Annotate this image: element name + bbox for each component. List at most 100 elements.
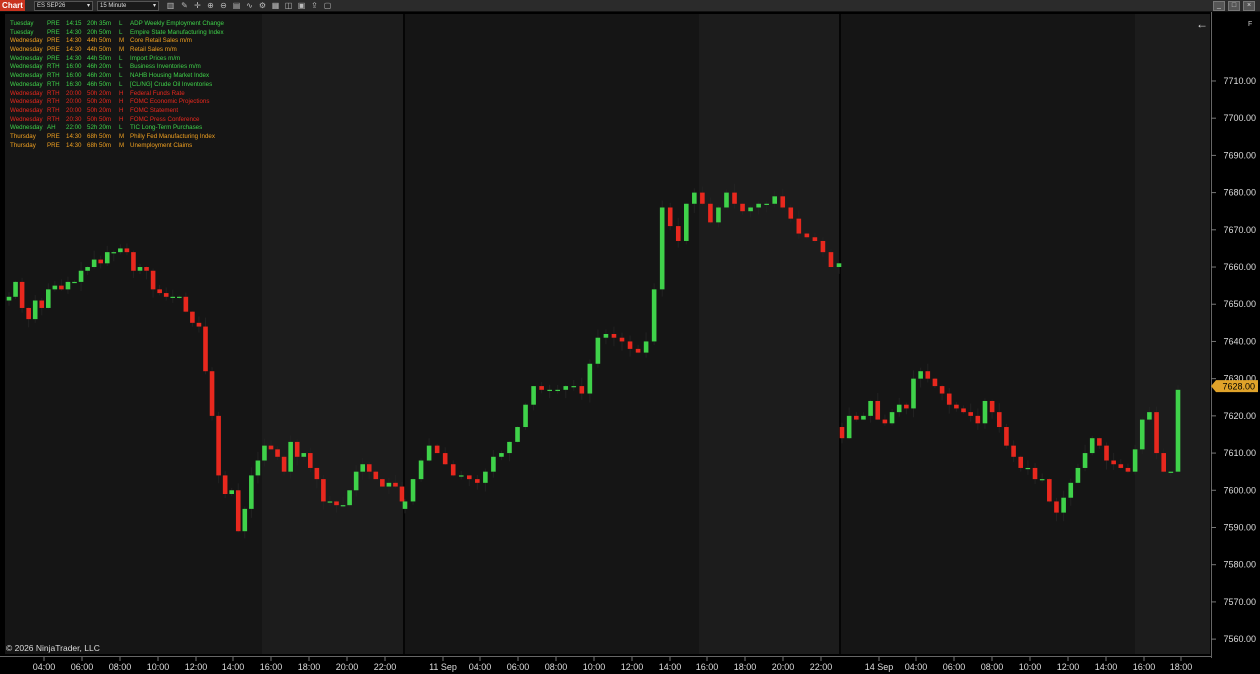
candle-body	[288, 441, 293, 472]
time-tick-label: 10:00	[147, 662, 170, 672]
news-time: 14:30	[66, 141, 82, 149]
news-impact: L	[119, 80, 123, 88]
candle-body	[373, 471, 379, 480]
snapshot-icon[interactable]: ▣	[297, 1, 306, 10]
candle-body	[59, 285, 64, 290]
candle-body	[177, 296, 182, 298]
candle-body	[788, 207, 794, 219]
chart-toolbar: Chart ES SEP26 ▾ 15 Minute ▾ ▥ ✎ ✛ ⊕ ⊖ ▤…	[0, 0, 1260, 12]
candle-body	[360, 464, 365, 472]
candle-body	[603, 334, 609, 338]
price-tick-label: 7580.00	[1223, 560, 1256, 570]
candle-body	[1175, 389, 1181, 472]
instrument-selector[interactable]: ES SEP26 ▾	[34, 1, 93, 11]
news-countdown: 20h 50m	[87, 28, 112, 36]
candle-body	[911, 378, 916, 409]
news-countdown: 50h 20m	[87, 98, 112, 106]
candle-body	[692, 192, 697, 204]
candle-body	[235, 490, 241, 532]
news-event: Business Inventories m/m	[130, 63, 201, 71]
candle-body	[308, 453, 313, 468]
price-tick-label: 7670.00	[1223, 225, 1256, 235]
candle-body	[1147, 412, 1152, 420]
session-shade	[840, 14, 1135, 654]
news-event: TIC Long-Term Purchases	[130, 124, 203, 132]
interval-value: 15 Minute	[100, 3, 127, 9]
candle-body	[875, 400, 881, 420]
candle-body	[896, 404, 902, 413]
news-session: PRE	[47, 46, 60, 54]
candle-body	[104, 252, 110, 264]
news-countdown: 20h 35m	[87, 20, 112, 27]
news-day: Thursday	[10, 141, 36, 149]
price-chart[interactable]: 7710.00 7700.00 7690.00 7680.00 7670.00 7660.…	[0, 12, 1260, 674]
news-event: Import Prices m/m	[130, 54, 181, 62]
candle-body	[1118, 464, 1124, 468]
side-label: F	[1248, 21, 1253, 28]
indicator-icon[interactable]: ∿	[245, 1, 254, 10]
news-impact: L	[119, 72, 123, 80]
candle-body	[772, 196, 778, 204]
bars-icon[interactable]: ▥	[166, 1, 175, 10]
candle-body	[458, 475, 464, 477]
share-icon[interactable]: ⇪	[310, 1, 319, 10]
candle-body	[555, 389, 561, 392]
candle-body	[499, 453, 504, 457]
candle-body	[268, 445, 274, 450]
interval-selector[interactable]: 15 Minute ▾	[97, 1, 159, 11]
candle-body	[1082, 453, 1088, 468]
maximize-icon[interactable]: □	[1228, 1, 1240, 11]
news-time: 14:30	[66, 46, 82, 54]
news-impact: L	[119, 20, 123, 27]
candle-body	[1075, 467, 1081, 483]
candle-body	[700, 192, 705, 204]
candle-body	[334, 501, 339, 506]
candle-body	[124, 248, 130, 253]
candle-body	[196, 322, 202, 327]
pencil-icon[interactable]: ✎	[180, 1, 189, 10]
news-event: [CL/NG] Crude Oil Inventories	[130, 80, 213, 88]
candle-body	[1039, 479, 1045, 481]
candle-body	[426, 445, 432, 461]
news-event: FOMC Economic Projections	[130, 98, 210, 106]
news-event: Federal Funds Rate	[130, 89, 185, 97]
price-tick-label: 7620.00	[1223, 411, 1256, 421]
news-session: RTH	[47, 63, 60, 71]
candle-body	[118, 248, 123, 253]
candle-body	[1004, 427, 1009, 446]
candle-body	[6, 296, 12, 301]
candle-body	[483, 471, 488, 483]
candle-body	[667, 207, 673, 227]
candle-body	[321, 479, 326, 502]
minimize-icon[interactable]: _	[1213, 1, 1225, 11]
back-arrow-icon[interactable]: ←	[1196, 17, 1208, 31]
news-time: 14:15	[66, 20, 82, 27]
zoom-out-icon[interactable]: ⊖	[219, 1, 228, 10]
candle-body	[1061, 497, 1066, 513]
properties-icon[interactable]: ▤	[232, 1, 241, 10]
news-impact: H	[119, 98, 124, 106]
time-tick-label: 08:00	[545, 662, 568, 672]
candle-body	[402, 501, 408, 509]
data-box-icon[interactable]: ▢	[323, 1, 332, 10]
candle-body	[868, 400, 873, 416]
session-shade	[1135, 14, 1210, 654]
crosshair-icon[interactable]: ✛	[193, 1, 202, 10]
strategy-icon[interactable]: ⚙	[258, 1, 267, 10]
candle-body	[989, 400, 995, 413]
candle-body	[1097, 438, 1102, 446]
candle-body	[380, 479, 385, 487]
news-countdown: 46h 20m	[87, 63, 112, 71]
price-tick-label: 7590.00	[1223, 522, 1256, 532]
news-day: Wednesday	[10, 80, 43, 88]
template-icon[interactable]: ▦	[271, 1, 280, 10]
zoom-in-icon[interactable]: ⊕	[206, 1, 215, 10]
chart-app-tab[interactable]: Chart	[0, 0, 25, 11]
candle-body	[399, 486, 405, 502]
candle-body	[170, 296, 176, 298]
drawing-tools-icon[interactable]: ◫	[284, 1, 293, 10]
close-icon[interactable]: ×	[1243, 1, 1255, 11]
candle-body	[242, 508, 248, 532]
candle-body	[861, 415, 866, 420]
time-tick-label: 22:00	[810, 662, 833, 672]
